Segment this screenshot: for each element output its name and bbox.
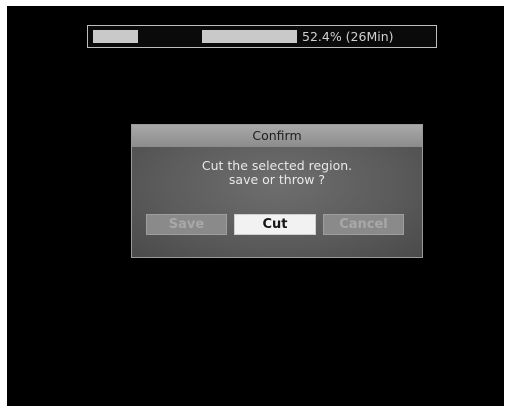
progress-segment-selected-region (202, 30, 297, 43)
tv-screen: 52.4% (26Min) Confirm Cut the selected r… (7, 6, 504, 406)
playback-progress-bar: 52.4% (26Min) (87, 25, 437, 48)
confirm-dialog: Confirm Cut the selected region. save or… (131, 124, 423, 258)
cancel-button[interactable]: Cancel (323, 214, 404, 235)
dialog-message: Cut the selected region. save or throw ? (132, 159, 422, 187)
dialog-message-line-1: Cut the selected region. (201, 158, 353, 173)
save-button[interactable]: Save (146, 214, 227, 235)
progress-label: 52.4% (26Min) (302, 29, 394, 44)
dialog-message-line-2: save or throw ? (228, 172, 326, 187)
dialog-title: Confirm (132, 125, 422, 147)
progress-segment-start (93, 30, 138, 43)
cut-button[interactable]: Cut (234, 214, 316, 235)
